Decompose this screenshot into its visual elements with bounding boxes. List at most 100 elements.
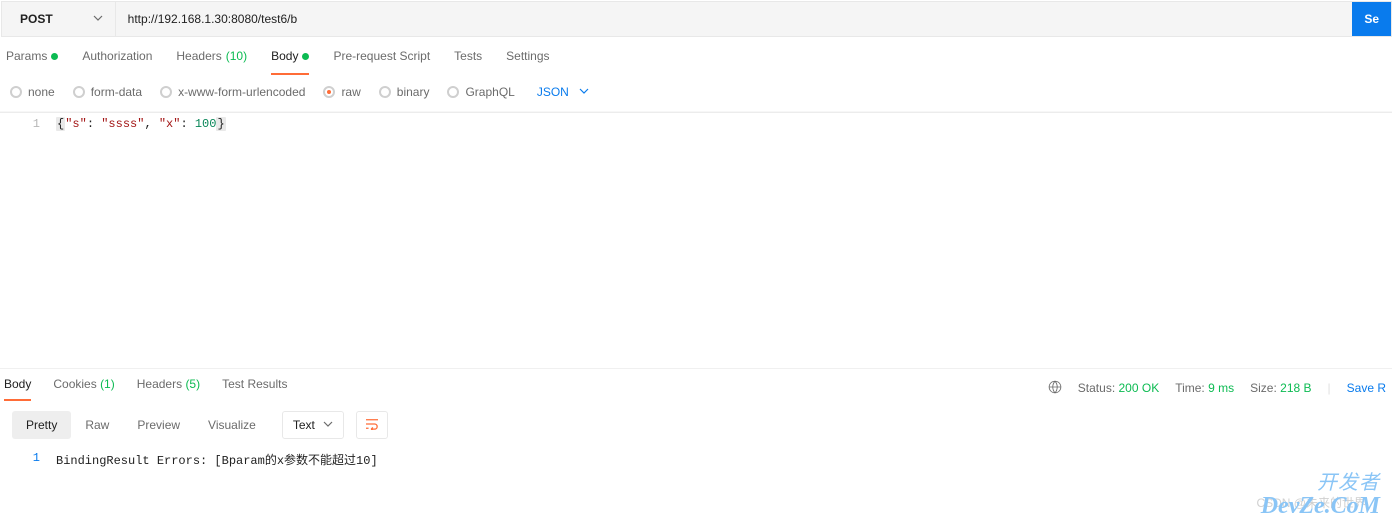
comma: , [144, 117, 158, 131]
chevron-down-icon [93, 12, 103, 26]
tab-count: (5) [185, 377, 200, 391]
view-visualize[interactable]: Visualize [194, 411, 270, 439]
csdn-watermark: CSDN @未来的世界 [1256, 494, 1366, 511]
body-type-raw[interactable]: raw [323, 85, 360, 99]
tab-label: Cookies [53, 377, 96, 391]
status-label: Status: [1078, 381, 1115, 395]
url-input[interactable] [116, 2, 1347, 36]
request-tabs: Params Authorization Headers (10) Body P… [0, 37, 1392, 73]
tab-label: Test Results [222, 377, 287, 391]
response-header-row: Body Cookies (1) Headers (5) Test Result… [0, 368, 1392, 399]
radio-label: raw [341, 85, 360, 99]
body-type-urlencoded[interactable]: x-www-form-urlencoded [160, 85, 305, 99]
tab-label: Pre-request Script [333, 49, 430, 63]
raw-format-select[interactable]: JSON [537, 85, 589, 99]
time-label: Time: [1175, 381, 1205, 395]
chevron-down-icon [323, 418, 333, 432]
wrap-lines-button[interactable] [356, 411, 388, 439]
json-number: 100 [195, 117, 217, 131]
line-number: 1 [0, 113, 54, 131]
tab-label: Authorization [82, 49, 152, 63]
resp-tab-headers[interactable]: Headers (5) [137, 377, 200, 399]
tab-authorization[interactable]: Authorization [82, 49, 152, 73]
dot-icon [51, 53, 58, 60]
radio-icon [379, 86, 391, 98]
brace-close: } [216, 117, 225, 131]
tab-tests[interactable]: Tests [454, 49, 482, 73]
tab-label: Headers [176, 49, 221, 63]
radio-label: GraphQL [465, 85, 514, 99]
tab-params[interactable]: Params [6, 49, 58, 73]
tab-label: Settings [506, 49, 549, 63]
request-body-editor[interactable]: 1 {"s": "ssss", "x": 100} [0, 112, 1392, 368]
tab-count: (10) [226, 49, 247, 63]
response-body-editor[interactable]: 1 BindingResult Errors: [Bparam的x参数不能超过1… [0, 447, 1392, 468]
view-raw[interactable]: Raw [71, 411, 123, 439]
chevron-down-icon [579, 85, 589, 99]
send-button[interactable]: Se [1352, 2, 1391, 36]
response-tabs: Body Cookies (1) Headers (5) Test Result… [4, 377, 287, 399]
radio-icon [160, 86, 172, 98]
tab-prerequest[interactable]: Pre-request Script [333, 49, 430, 73]
resp-tab-body[interactable]: Body [4, 377, 31, 399]
watermark-line-1: 开发者 [1261, 473, 1380, 494]
tab-label: Params [6, 49, 47, 63]
code-line[interactable]: {"s": "ssss", "x": 100} [54, 113, 226, 131]
body-type-graphql[interactable]: GraphQL [447, 85, 514, 99]
response-text: BindingResult Errors: [Bparam的x参数不能超过10] [54, 447, 378, 468]
globe-icon[interactable] [1048, 380, 1062, 397]
resp-tab-cookies[interactable]: Cookies (1) [53, 377, 114, 399]
brace-open: { [56, 117, 65, 131]
radio-label: form-data [91, 85, 142, 99]
size: Size: 218 B [1250, 381, 1311, 395]
colon: : [180, 117, 194, 131]
radio-icon [73, 86, 85, 98]
radio-icon [10, 86, 22, 98]
body-type-none[interactable]: none [10, 85, 55, 99]
tab-label: Body [271, 49, 298, 63]
tab-label: Tests [454, 49, 482, 63]
status-value: 200 OK [1119, 381, 1160, 395]
tab-label: Headers [137, 377, 182, 391]
watermark-line-2: DevZe.CoM [1261, 494, 1380, 519]
tab-label: Body [4, 377, 31, 391]
size-value: 218 B [1280, 381, 1311, 395]
json-string: "ssss" [101, 117, 144, 131]
radio-label: none [28, 85, 55, 99]
json-key: "x" [159, 117, 181, 131]
radio-icon [447, 86, 459, 98]
time: Time: 9 ms [1175, 381, 1234, 395]
method-label: POST [20, 12, 53, 26]
resp-tab-test-results[interactable]: Test Results [222, 377, 287, 399]
tab-headers[interactable]: Headers (10) [176, 49, 247, 73]
json-key: "s" [65, 117, 87, 131]
body-type-form-data[interactable]: form-data [73, 85, 142, 99]
line-number: 1 [0, 447, 54, 468]
raw-format-label: JSON [537, 85, 569, 99]
radio-label: binary [397, 85, 430, 99]
response-toolbar: Pretty Raw Preview Visualize Text [0, 399, 1392, 447]
status: Status: 200 OK [1078, 381, 1159, 395]
view-pretty[interactable]: Pretty [12, 411, 71, 439]
body-type-row: none form-data x-www-form-urlencoded raw… [0, 73, 1392, 112]
watermark: 开发者 DevZe.CoM [1261, 473, 1380, 519]
view-preview[interactable]: Preview [123, 411, 194, 439]
editor-line: 1 {"s": "ssss", "x": 100} [0, 113, 1392, 131]
colon: : [87, 117, 101, 131]
tab-count: (1) [100, 377, 115, 391]
tab-body[interactable]: Body [271, 49, 309, 73]
url-bar: POST Se [1, 1, 1392, 37]
size-label: Size: [1250, 381, 1277, 395]
response-info: Status: 200 OK Time: 9 ms Size: 218 B | … [1048, 380, 1392, 397]
format-label: Text [293, 418, 315, 432]
save-response-button[interactable]: Save R [1347, 381, 1386, 395]
dot-icon [302, 53, 309, 60]
view-mode-segment: Pretty Raw Preview Visualize [12, 411, 270, 439]
tab-settings[interactable]: Settings [506, 49, 549, 73]
response-format-select[interactable]: Text [282, 411, 344, 439]
radio-icon [323, 86, 335, 98]
body-type-binary[interactable]: binary [379, 85, 430, 99]
time-value: 9 ms [1208, 381, 1234, 395]
method-select[interactable]: POST [2, 2, 116, 36]
editor-line: 1 BindingResult Errors: [Bparam的x参数不能超过1… [0, 447, 1392, 468]
